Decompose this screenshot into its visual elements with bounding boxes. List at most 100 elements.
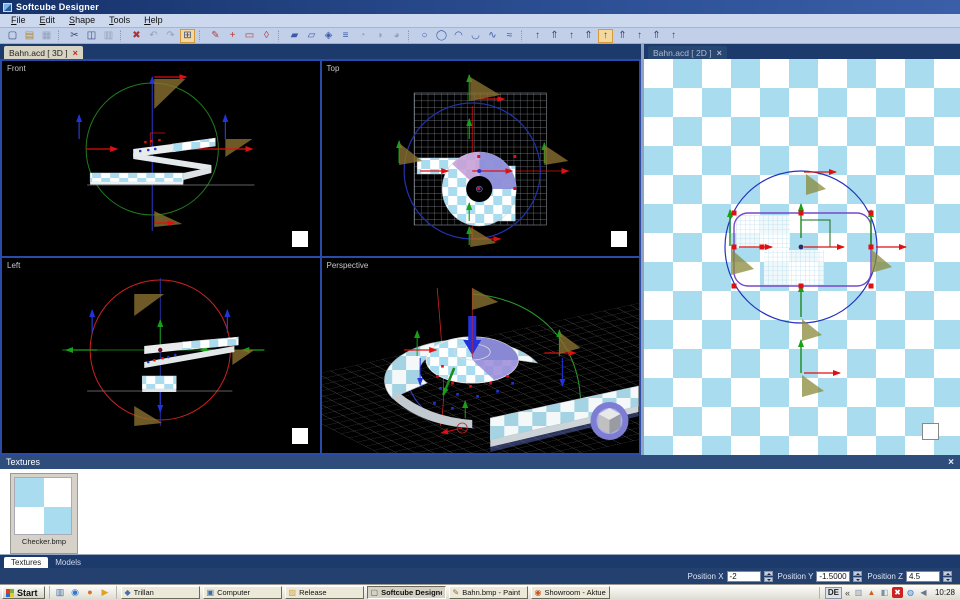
task-showroom[interactable]: ◉ Showroom - Aktuelle Arb... — [531, 586, 610, 599]
tray-volume-icon[interactable]: ◀ — [918, 587, 929, 598]
arc-down-tool[interactable]: ◡ — [468, 29, 483, 43]
raise-segment-1-button[interactable]: ↑ — [530, 29, 545, 43]
panel-tab-models[interactable]: Models — [48, 557, 88, 568]
task-label: Computer — [217, 588, 250, 597]
raise-segment-5-button[interactable]: ↑ — [598, 29, 613, 43]
menu-shape[interactable]: Shape — [62, 14, 102, 27]
clock[interactable]: 10:28 — [935, 588, 955, 597]
task-trillan[interactable]: ◆ Trillan — [121, 586, 200, 599]
open-file-button[interactable]: ▤ — [22, 29, 37, 43]
position-input[interactable]: -2 — [727, 571, 761, 582]
window-title: Softcube Designer — [16, 2, 99, 12]
viewport-corner-marker[interactable] — [611, 231, 627, 247]
tray-tool-icon[interactable]: ◧ — [879, 587, 890, 598]
raise-segment-6-button[interactable]: ⇑ — [615, 29, 630, 43]
spinner-down-icon[interactable] — [764, 577, 773, 582]
extrude-tool[interactable]: ▰ — [287, 29, 302, 43]
smooth-tool[interactable]: ≈ — [502, 29, 517, 43]
spinner-up-icon[interactable] — [853, 571, 862, 576]
tray-globe-icon[interactable]: ◍ — [905, 587, 916, 598]
task-softcube-designer[interactable]: ▢ Softcube Designer — [367, 586, 446, 599]
viewport-top[interactable]: Top — [322, 61, 640, 256]
quicklaunch-media-icon[interactable]: ▶ — [99, 586, 112, 599]
spinner-control[interactable] — [943, 571, 952, 582]
tray-chevron-icon[interactable]: « — [845, 588, 850, 598]
redo-button: ↷ — [163, 29, 178, 43]
toolbar-separator — [521, 30, 526, 42]
tab-bahn-2d[interactable]: Bahn.acd [ 2D ] × — [648, 46, 727, 59]
viewport-corner-marker[interactable] — [292, 231, 308, 247]
curve-tool[interactable]: ∿ — [485, 29, 500, 43]
position-input[interactable]: -1.5000 — [816, 571, 850, 582]
rect-select-tool[interactable]: ▭ — [242, 29, 257, 43]
mirror-tool[interactable]: ◈ — [321, 29, 336, 43]
start-button[interactable]: Start — [2, 586, 45, 599]
viewport-layout-toggle[interactable]: ⊞ — [180, 29, 195, 43]
menu-help[interactable]: Help — [137, 14, 170, 27]
spinner-up-icon[interactable] — [764, 571, 773, 576]
texture-2d-canvas — [644, 59, 960, 455]
loft-tool[interactable]: ▱ — [304, 29, 319, 43]
spinner-control[interactable] — [853, 571, 862, 582]
ellipse-tool[interactable]: ◯ — [434, 29, 449, 43]
spinner-control[interactable] — [764, 571, 773, 582]
position-label: Position X — [688, 572, 724, 581]
task-label: Softcube Designer — [381, 588, 441, 597]
texture-2d-view[interactable] — [644, 59, 960, 455]
windows-logo-icon — [6, 589, 14, 597]
raise-segment-4-button[interactable]: ⇑ — [581, 29, 596, 43]
spinner-up-icon[interactable] — [943, 571, 952, 576]
task-bahn-bmp-paint[interactable]: ✎ Bahn.bmp - Paint — [449, 586, 528, 599]
language-indicator[interactable]: DE — [825, 587, 842, 599]
panel-tab-textures[interactable]: Textures — [4, 557, 48, 568]
tab-close-icon[interactable]: × — [73, 48, 78, 58]
new-file-button[interactable]: ▢ — [5, 29, 20, 43]
spinner-down-icon[interactable] — [853, 577, 862, 582]
tab-label: Bahn.acd [ 3D ] — [9, 48, 68, 58]
viewport-perspective[interactable]: Perspective — [322, 258, 640, 453]
tray-antivirus-icon[interactable]: ▲ — [866, 587, 877, 598]
viewport-label: Front — [7, 64, 26, 73]
app-icon — [3, 3, 12, 12]
circle-tool[interactable]: ○ — [417, 29, 432, 43]
align-tool[interactable]: ≡ — [338, 29, 353, 43]
quicklaunch-show-desktop-icon[interactable]: ▥ — [54, 586, 67, 599]
raise-segment-2-button[interactable]: ⇑ — [547, 29, 562, 43]
menu-edit[interactable]: Edit — [33, 14, 63, 27]
position-x-field: Position X -2 — [688, 571, 773, 582]
viewport-corner-marker[interactable] — [922, 423, 939, 440]
tray-alert-icon[interactable]: ✖ — [892, 587, 903, 598]
menu-file[interactable]: File — [4, 14, 33, 27]
viewport-left[interactable]: Left — [2, 258, 320, 453]
position-y-field: Position Y -1.5000 — [778, 571, 863, 582]
tab-close-icon[interactable]: × — [717, 48, 722, 58]
tab-bahn-3d[interactable]: Bahn.acd [ 3D ] × — [4, 46, 83, 59]
arc-up-tool[interactable]: ◠ — [451, 29, 466, 43]
quicklaunch-firefox-icon[interactable]: ● — [84, 586, 97, 599]
add-point-tool[interactable]: + — [225, 29, 240, 43]
delete-button[interactable]: ✖ — [129, 29, 144, 43]
raise-segment-9-button[interactable]: ↑ — [666, 29, 681, 43]
raise-segment-3-button[interactable]: ↑ — [564, 29, 579, 43]
task-release[interactable]: ▨ Release — [285, 586, 364, 599]
taskbar-tasks: ◆ Trillan ▣ Computer ▨ Release ▢ Softcub… — [121, 586, 610, 599]
toolbar-separator — [58, 30, 63, 42]
cut-button[interactable]: ✂ — [67, 29, 82, 43]
quicklaunch-browser-icon[interactable]: ◉ — [69, 586, 82, 599]
spinner-down-icon[interactable] — [943, 577, 952, 582]
title-bar[interactable]: Softcube Designer — [0, 0, 960, 14]
close-icon[interactable]: × — [948, 457, 954, 468]
move-point-tool[interactable]: ◊ — [259, 29, 274, 43]
task-computer[interactable]: ▣ Computer — [203, 586, 282, 599]
viewport-corner-marker[interactable] — [292, 428, 308, 444]
edit-shape-tool[interactable]: ✎ — [208, 29, 223, 43]
viewport-front[interactable]: Front — [2, 61, 320, 256]
menu-tools[interactable]: Tools — [102, 14, 137, 27]
raise-segment-8-button[interactable]: ⇑ — [649, 29, 664, 43]
position-input[interactable]: 4.5 — [906, 571, 940, 582]
top-view-canvas — [322, 61, 640, 256]
raise-segment-7-button[interactable]: ↑ — [632, 29, 647, 43]
copy-button[interactable]: ◫ — [84, 29, 99, 43]
texture-item-checker[interactable]: Checker.bmp — [10, 473, 78, 554]
tray-network-icon[interactable]: ▥ — [853, 587, 864, 598]
